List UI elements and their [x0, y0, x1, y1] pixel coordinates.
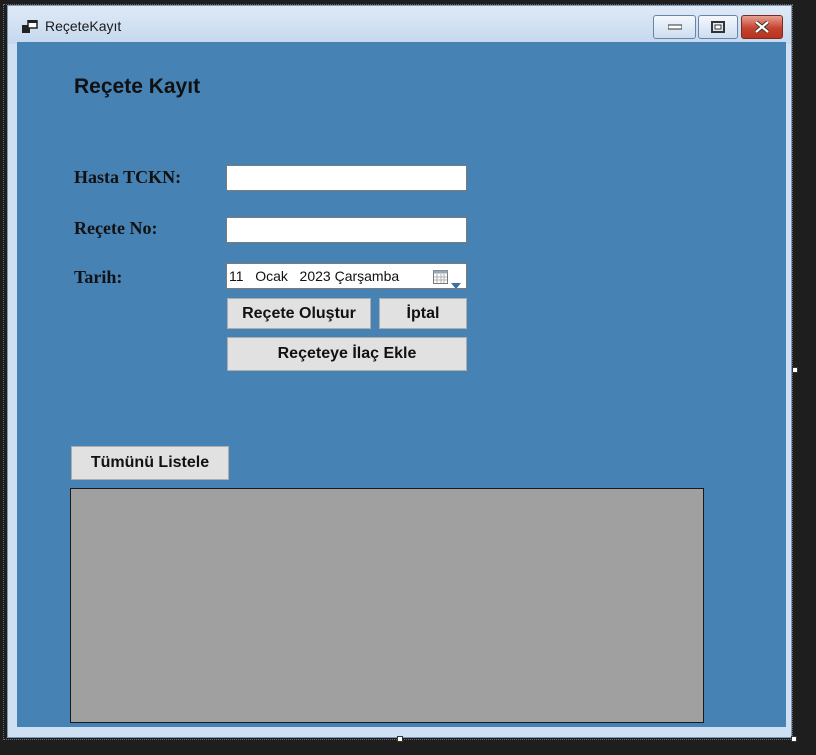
maximize-icon [711, 21, 725, 33]
resize-handle-bottom[interactable] [397, 736, 403, 742]
tumunu-listele-button[interactable]: Tümünü Listele [71, 446, 229, 480]
close-icon [754, 21, 770, 33]
resize-handle-corner[interactable] [791, 736, 797, 742]
tckn-label: Hasta TCKN: [74, 167, 182, 187]
form-icon [22, 19, 38, 33]
date-value: 11 Ocak 2023 Çarşamba [229, 268, 400, 284]
chevron-down-icon[interactable] [451, 274, 461, 293]
recete-olustur-button[interactable]: Reçete Oluştur [227, 298, 371, 329]
maximize-button[interactable] [698, 15, 738, 39]
window-title: ReçeteKayıt [45, 18, 122, 34]
form-window: ReçeteKayıt Reçete Kayıt Hasta TCKN: Reç… [7, 5, 792, 738]
minimize-icon [667, 24, 682, 30]
resize-handle-right[interactable] [792, 367, 798, 373]
title-bar[interactable]: ReçeteKayıt [8, 6, 791, 44]
recete-data-grid[interactable] [70, 488, 704, 723]
close-button[interactable] [741, 15, 783, 39]
recete-no-input[interactable] [226, 217, 467, 243]
form-heading: Reçete Kayıt [74, 75, 201, 98]
tarih-date-picker[interactable]: 11 Ocak 2023 Çarşamba [226, 263, 467, 289]
tckn-input[interactable] [226, 165, 467, 191]
ilac-ekle-button[interactable]: Reçeteye İlaç Ekle [227, 337, 467, 371]
calendar-icon[interactable] [433, 269, 448, 288]
form-client-area: Reçete Kayıt Hasta TCKN: Reçete No: Tari… [17, 42, 786, 727]
minimize-button[interactable] [653, 15, 696, 39]
iptal-button[interactable]: İptal [379, 298, 467, 329]
recete-no-label: Reçete No: [74, 218, 158, 238]
tarih-label: Tarih: [74, 267, 123, 287]
